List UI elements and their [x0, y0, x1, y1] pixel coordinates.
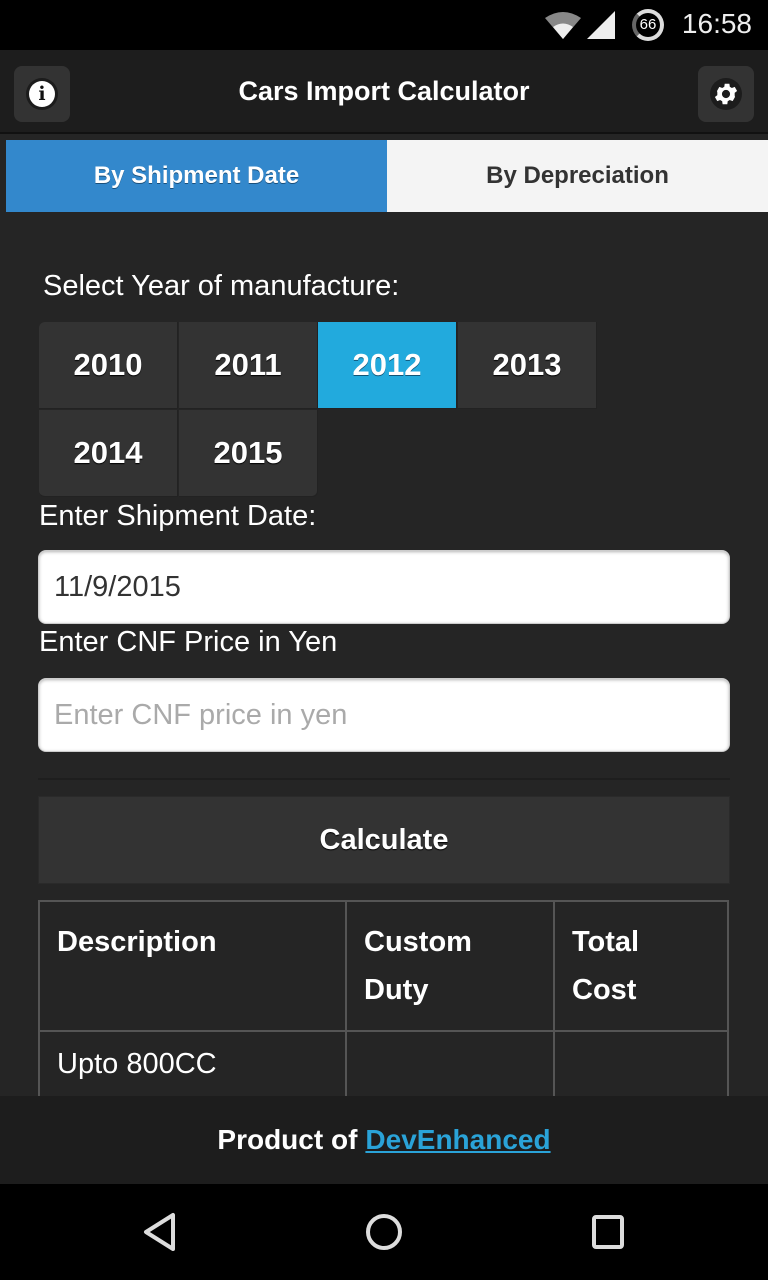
year-option-2014[interactable]: 2014 [39, 410, 178, 497]
year-option-2010[interactable]: 2010 [39, 322, 178, 409]
year-label: Select Year of manufacture: [43, 270, 400, 302]
header-custom-duty: Custom Duty [345, 900, 555, 1032]
signal-icon [587, 11, 615, 39]
year-option-2013[interactable]: 2013 [458, 322, 597, 409]
navigation-bar [0, 1184, 768, 1280]
year-option-2012[interactable]: 2012 [318, 322, 457, 409]
battery-icon: 66 [632, 9, 664, 41]
header-total-cost: Total Cost [553, 900, 729, 1032]
year-option-2015[interactable]: 2015 [179, 410, 318, 497]
calculate-button[interactable]: Calculate [38, 796, 730, 884]
page-title: Cars Import Calculator [238, 76, 530, 106]
gear-icon [714, 83, 738, 105]
settings-button[interactable] [698, 66, 754, 122]
footer: Product of DevEnhanced [0, 1096, 768, 1184]
tab-bar: By Shipment Date By Depreciation [6, 140, 768, 212]
year-option-2011[interactable]: 2011 [179, 322, 318, 409]
status-bar: 66 16:58 [0, 0, 768, 50]
tab-by-depreciation[interactable]: By Depreciation [387, 140, 768, 212]
back-icon[interactable] [142, 1212, 178, 1252]
table-header-row: Description Custom Duty Total Cost [38, 900, 729, 1032]
shipment-date-input[interactable] [38, 550, 730, 624]
clock: 16:58 [681, 8, 752, 39]
cnf-price-label: Enter CNF Price in Yen [39, 626, 338, 658]
devenhanced-link[interactable]: DevEnhanced [365, 1124, 550, 1156]
wifi-icon [545, 12, 581, 39]
footer-prefix: Product of [217, 1124, 358, 1155]
recents-icon[interactable] [590, 1212, 626, 1252]
battery-level: 66 [639, 16, 657, 33]
home-icon[interactable] [364, 1212, 404, 1252]
cnf-price-input[interactable] [38, 678, 730, 752]
tab-by-shipment-date[interactable]: By Shipment Date [6, 140, 387, 212]
shipment-date-label: Enter Shipment Date: [39, 500, 317, 532]
app-header: i Cars Import Calculator [0, 50, 768, 134]
header-description: Description [38, 900, 347, 1032]
divider [38, 778, 730, 780]
